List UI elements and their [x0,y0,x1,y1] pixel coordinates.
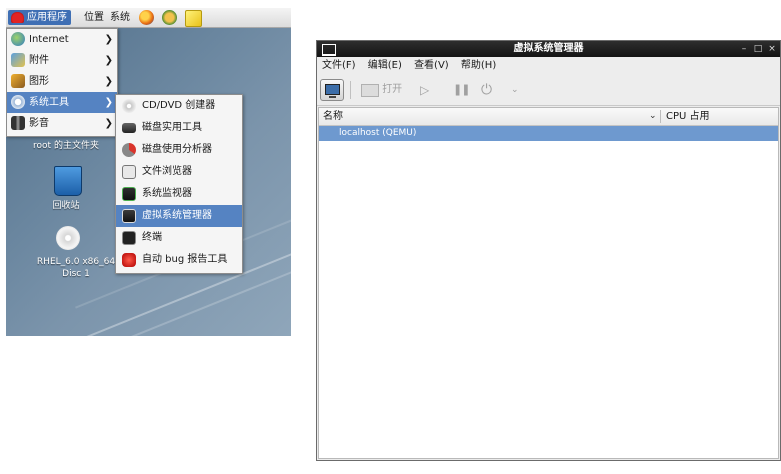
submenu-item-label: 系统监视器 [142,188,192,199]
submenu-arrow-icon: ❯ [104,118,113,129]
window-titlebar[interactable]: 虚拟系统管理器 – □ × [317,41,780,57]
menu-edit[interactable]: 编辑(E) [363,57,406,75]
submenu-item-label: CD/DVD 创建器 [142,100,216,111]
system-tools-submenu: CD/DVD 创建器 磁盘实用工具 磁盘使用分析器 文件浏览器 系统监视器 虚拟… [115,94,243,274]
menu-file[interactable]: 文件(F) [317,57,360,75]
open-icon [361,84,379,97]
bug-report-icon [122,253,136,267]
submenu-arrow-icon: ❯ [104,55,113,66]
accessories-icon [11,53,25,67]
virt-manager-icon [122,209,136,223]
submenu-arrow-icon: ❯ [104,97,113,108]
toolbar: 打开 ▷ ❚❚ ⏻ ⌄ [317,75,780,106]
submenu-item-terminal[interactable]: 终端 [116,227,242,249]
settings-icon[interactable] [162,10,177,25]
menu-item-label: Internet [29,34,69,45]
minimize-button[interactable]: – [738,41,750,57]
dvd-icon[interactable] [56,226,80,250]
submenu-item-disk-utility[interactable]: 磁盘实用工具 [116,117,242,139]
trash-label[interactable]: 回收站 [36,198,96,211]
menu-item-multimedia[interactable]: 影音 ❯ [7,113,117,134]
submenu-item-label: 虚拟系统管理器 [142,210,212,221]
submenu-item-label: 磁盘实用工具 [142,122,202,133]
submenu-arrow-icon: ❯ [104,34,113,45]
submenu-item-file-browser[interactable]: 文件浏览器 [116,161,242,183]
submenu-item-system-monitor[interactable]: 系统监视器 [116,183,242,205]
menu-item-label: 系统工具 [29,97,69,108]
places-menu-button[interactable]: 位置 [84,10,104,25]
submenu-item-cd-dvd-creator[interactable]: CD/DVD 创建器 [116,95,242,117]
play-icon: ▷ [420,83,430,97]
menu-item-system-tools[interactable]: 系统工具 ❯ [7,92,117,113]
applications-menu: Internet ❯ 附件 ❯ 图形 ❯ 系统工具 ❯ 影音 ❯ [6,28,118,137]
pause-icon: ❚❚ [453,83,470,96]
submenu-arrow-icon: ❯ [104,76,113,87]
trash-icon[interactable] [54,166,82,196]
connection-name: localhost (QEMU) [339,128,417,138]
system-tools-icon [11,95,25,109]
applications-label: 应用程序 [27,12,67,23]
menu-help[interactable]: 帮助(H) [456,57,500,75]
desktop: 应用程序 位置 系统 root 的主文件夹 回收站 RHEL_6.0 x86_6… [6,8,291,336]
monitor-icon [122,187,136,201]
system-menu-button[interactable]: 系统 [110,10,130,25]
menu-item-internet[interactable]: Internet ❯ [7,29,117,50]
submenu-item-label: 终端 [142,232,162,243]
submenu-item-disk-usage-analyzer[interactable]: 磁盘使用分析器 [116,139,242,161]
vm-list: 名称 ⌄ CPU 占用 localhost (QEMU) [318,107,779,459]
vm-list-header: 名称 ⌄ CPU 占用 [319,108,778,126]
column-header-name[interactable]: 名称 [323,108,343,125]
menu-item-label: 影音 [29,118,49,129]
new-vm-icon [325,84,340,98]
shutdown-button[interactable]: ⏻ [481,80,492,100]
home-folder-label[interactable]: root 的主文件夹 [26,138,106,151]
cd-icon [122,99,136,113]
submenu-item-bug-report[interactable]: 自动 bug 报告工具 [116,249,242,271]
menubar: 文件(F) 编辑(E) 查看(V) 帮助(H) [317,57,780,75]
maximize-button[interactable]: □ [752,41,764,57]
close-button[interactable]: × [766,41,778,57]
column-header-cpu[interactable]: CPU 占用 [666,108,710,125]
submenu-item-label: 文件浏览器 [142,166,192,177]
globe-icon [11,32,25,46]
column-chevron-down-icon[interactable]: ⌄ [649,108,657,125]
menu-view[interactable]: 查看(V) [409,57,453,75]
submenu-item-label: 自动 bug 报告工具 [142,254,228,265]
notes-icon[interactable] [185,10,202,27]
column-divider [660,110,661,123]
terminal-icon [122,231,136,245]
open-label: 打开 [382,84,403,95]
disk-usage-icon [122,143,136,157]
top-panel: 应用程序 位置 系统 [6,8,291,28]
menu-item-label: 附件 [29,55,49,66]
file-browser-icon [122,165,136,179]
disk-icon [122,123,136,133]
new-vm-button[interactable] [320,79,344,101]
menu-item-graphics[interactable]: 图形 ❯ [7,71,117,92]
redhat-icon [11,12,24,23]
run-button[interactable]: ▷ [420,80,429,100]
firefox-icon[interactable] [139,10,154,25]
multimedia-icon [11,116,25,130]
graphics-icon [11,74,25,88]
open-button[interactable]: 打开 [361,80,402,100]
power-icon: ⏻ [481,82,493,98]
chevron-down-icon: ⌄ [511,85,519,95]
menu-item-label: 图形 [29,76,49,87]
shutdown-dropdown-button[interactable]: ⌄ [511,80,519,100]
submenu-item-virt-manager[interactable]: 虚拟系统管理器 [116,205,242,227]
virt-manager-window: 虚拟系统管理器 – □ × 文件(F) 编辑(E) 查看(V) 帮助(H) 打开… [316,40,781,461]
toolbar-separator [350,81,351,99]
submenu-item-label: 磁盘使用分析器 [142,144,212,155]
pause-button[interactable]: ❚❚ [453,80,470,100]
applications-menu-button[interactable]: 应用程序 [8,10,71,25]
table-row[interactable]: localhost (QEMU) [319,126,778,141]
window-title: 虚拟系统管理器 [513,43,584,54]
menu-item-accessories[interactable]: 附件 ❯ [7,50,117,71]
